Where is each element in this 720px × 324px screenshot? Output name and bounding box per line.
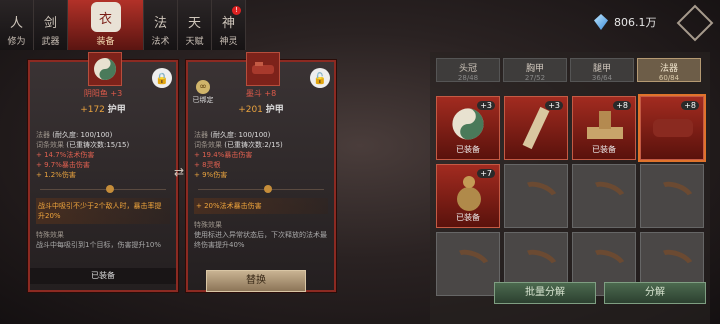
special-effect-title: 特殊效果 — [194, 221, 222, 229]
lock-icon[interactable]: 🔓 — [310, 68, 330, 88]
lock-icon[interactable]: 🔒 — [152, 68, 172, 88]
item-grid: +3 已装备 +3 +8 已装备 +8 +7 已装备 — [436, 94, 706, 296]
item-name: 墨斗 +8 — [245, 89, 277, 98]
item-slot[interactable] — [572, 164, 636, 228]
tab-headgear[interactable]: 头冠 28/48 — [436, 58, 500, 82]
selected-item-card: ∞ 已绑定 🔓 墨斗 +8 +201 护甲 法器 (耐久度: 100/100) 词… — [186, 52, 336, 292]
item-slot[interactable]: +3 — [504, 96, 568, 160]
horn-icon — [448, 244, 494, 282]
tab-spell[interactable]: 法法术 — [144, 0, 178, 50]
affix-line: + 1.2%伤害 — [36, 171, 76, 179]
currency-display: 806.1万 — [594, 14, 657, 30]
special-effect-desc: 战斗中每吸引到1个目标，伤害提升10% — [36, 241, 162, 249]
item-name: 阴阳鱼 +3 — [83, 89, 123, 98]
stat-line: 词条效果 (已重铸次数:2/15) — [194, 141, 283, 149]
slot-tabs: 头冠 28/48 胸甲 27/52 腿甲 36/64 法器 60/84 — [436, 58, 704, 82]
talent-icon: 天 — [187, 15, 201, 31]
stat-line: 法器 (耐久度: 100/100) — [194, 131, 271, 139]
tab-deity[interactable]: 神神灵! — [212, 0, 246, 50]
item-main-stat: +201 护甲 — [238, 105, 284, 115]
affix-line: + 9.7%暴击伤害 — [36, 161, 90, 169]
divider — [198, 184, 324, 194]
tab-equipment[interactable]: 衣装备 — [68, 0, 144, 50]
item-slot[interactable]: +3 已装备 — [436, 96, 500, 160]
item-slot-selected[interactable]: +8 — [638, 94, 706, 162]
item-main-stat: +172 护甲 — [80, 105, 126, 115]
cultivation-icon: 人 — [9, 15, 23, 31]
item-slot[interactable] — [504, 164, 568, 228]
horn-icon — [516, 244, 562, 282]
weapon-icon: 剑 — [43, 15, 57, 31]
tab-artifact[interactable]: 法器 60/84 — [637, 58, 701, 82]
stat-line: 词条效果 (已重铸次数:15/15) — [36, 141, 130, 149]
special-effect-title: 特殊效果 — [36, 231, 64, 239]
horn-icon — [516, 176, 562, 214]
tab-chest[interactable]: 胸甲 27/52 — [503, 58, 567, 82]
scroll-icon — [522, 106, 550, 150]
tab-cultivation[interactable]: 人修为 — [0, 0, 34, 50]
item-slot[interactable] — [436, 232, 500, 296]
decompose-button[interactable]: 分解 — [604, 282, 706, 304]
tab-legs[interactable]: 腿甲 36/64 — [570, 58, 634, 82]
special-effect-desc: 使用标进入异常状态后，下次释放的法术最终伤害提升40% — [194, 231, 327, 249]
top-nav: 人修为 剑武器 衣装备 法法术 天天赋 神神灵! — [0, 0, 246, 50]
currency-value: 806.1万 — [614, 16, 657, 29]
compare-arrows-icon: ⇄ — [173, 165, 185, 179]
item-slot[interactable]: +7 已装备 — [436, 164, 500, 228]
special-affix: 战斗中吸引不少于2个敌人时，暴击率提升20% — [36, 198, 170, 224]
replace-button[interactable]: 替换 — [206, 270, 306, 292]
divider — [40, 184, 166, 194]
stat-line: 法器 (耐久度: 100/100) — [36, 131, 113, 139]
ink-line-icon — [246, 52, 280, 86]
tab-talent[interactable]: 天天赋 — [178, 0, 212, 50]
horn-icon — [584, 244, 630, 282]
ink-line-icon — [653, 119, 693, 137]
item-slot[interactable] — [640, 164, 704, 228]
horn-icon — [652, 176, 698, 214]
yinyang-icon — [452, 108, 484, 140]
affix-line: + 19.4%暴击伤害 — [194, 151, 253, 159]
equipped-item-card: 🔒 阴阳鱼 +3 +172 护甲 法器 (耐久度: 100/100) 词条效果 … — [28, 52, 178, 292]
special-affix: + 20%法术暴击伤害 — [194, 198, 328, 214]
gourd-icon — [457, 176, 481, 211]
affix-line: + 14.7%法术伤害 — [36, 151, 95, 159]
horn-icon — [584, 176, 630, 214]
stamp-icon — [587, 111, 623, 139]
equipment-icon: 衣 — [90, 2, 121, 32]
affix-line: + 8灵根 — [194, 161, 221, 169]
yinyang-icon — [88, 52, 122, 86]
item-slot[interactable]: +8 已装备 — [572, 96, 636, 160]
affix-line: + 9%伤害 — [194, 171, 228, 179]
crystal-icon — [594, 14, 608, 30]
tab-weapon[interactable]: 剑武器 — [34, 0, 68, 50]
horn-icon — [652, 244, 698, 282]
equipped-label: 已装备 — [30, 268, 176, 284]
bulk-decompose-button[interactable]: 批量分解 — [494, 282, 596, 304]
notification-badge: ! — [232, 6, 241, 15]
spell-icon: 法 — [153, 15, 167, 31]
